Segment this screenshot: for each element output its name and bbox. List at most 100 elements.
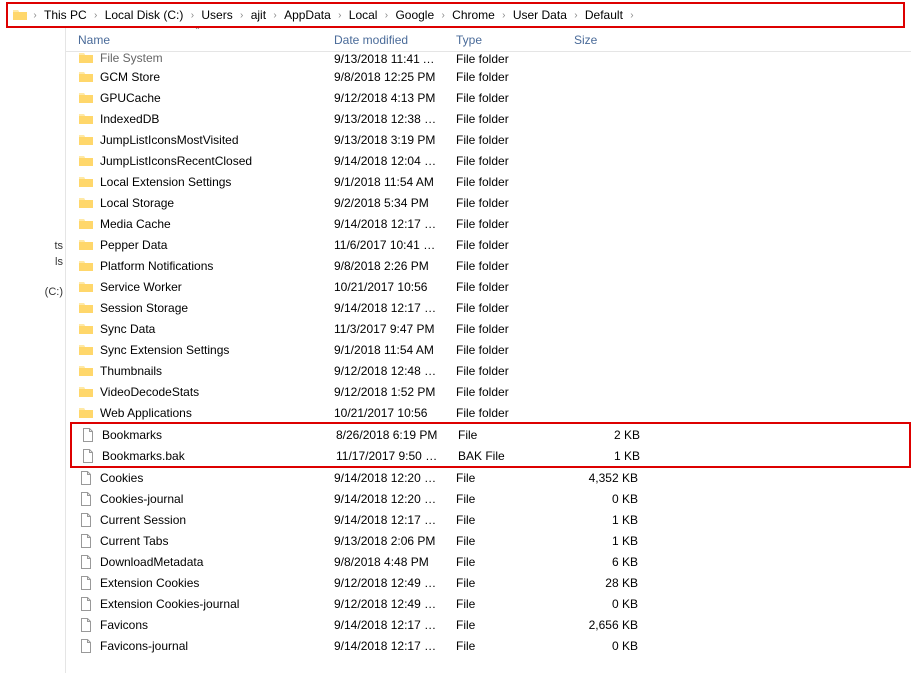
breadcrumb-item[interactable]: Chrome — [448, 6, 499, 24]
name-cell[interactable]: Bookmarks — [72, 427, 328, 443]
name-cell[interactable]: Current Session — [70, 512, 326, 528]
name-cell[interactable]: Extension Cookies — [70, 575, 326, 591]
file-row[interactable]: Platform Notifications9/8/2018 2:26 PMFi… — [70, 255, 911, 276]
file-row[interactable]: Extension Cookies9/12/2018 12:49 PMFile2… — [70, 572, 911, 593]
file-row[interactable]: JumpListIconsRecentClosed9/14/2018 12:04… — [70, 150, 911, 171]
file-row[interactable]: VideoDecodeStats9/12/2018 1:52 PMFile fo… — [70, 381, 911, 402]
chevron-right-icon[interactable]: › — [438, 8, 448, 23]
date-cell: 9/14/2018 12:20 PM — [326, 492, 448, 506]
name-cell[interactable]: Cookies-journal — [70, 491, 326, 507]
chevron-right-icon[interactable]: › — [237, 8, 247, 23]
name-cell[interactable]: Pepper Data — [70, 237, 326, 253]
column-header-size[interactable]: Size — [566, 28, 646, 51]
name-cell[interactable]: IndexedDB — [70, 111, 326, 127]
file-row[interactable]: JumpListIconsMostVisited9/13/2018 3:19 P… — [70, 129, 911, 150]
breadcrumb-item[interactable]: ajit — [247, 6, 270, 24]
chevron-right-icon[interactable]: › — [571, 8, 581, 23]
breadcrumb-item[interactable]: Local Disk (C:) — [101, 6, 188, 24]
file-row[interactable]: Sync Extension Settings9/1/2018 11:54 AM… — [70, 339, 911, 360]
file-row[interactable]: Local Extension Settings9/1/2018 11:54 A… — [70, 171, 911, 192]
name-cell[interactable]: Media Cache — [70, 216, 326, 232]
chevron-right-icon[interactable]: › — [187, 8, 197, 23]
name-cell[interactable]: Favicons-journal — [70, 638, 326, 654]
file-row[interactable]: Favicons-journal9/14/2018 12:17 PMFile0 … — [70, 635, 911, 656]
nav-item[interactable]: (C:) — [0, 284, 65, 300]
name-cell[interactable]: VideoDecodeStats — [70, 384, 326, 400]
chevron-right-icon[interactable]: › — [335, 8, 345, 23]
file-row[interactable]: DownloadMetadata9/8/2018 4:48 PMFile6 KB — [70, 551, 911, 572]
name-cell[interactable]: Sync Extension Settings — [70, 342, 326, 358]
nav-item[interactable]: ts — [0, 238, 65, 254]
file-row[interactable]: Cookies-journal9/14/2018 12:20 PMFile0 K… — [70, 488, 911, 509]
file-row[interactable]: Web Applications10/21/2017 10:56File fol… — [70, 402, 911, 423]
date-cell: 9/12/2018 12:49 PM — [326, 576, 448, 590]
column-header-date[interactable]: Date modified — [326, 28, 448, 51]
name-cell[interactable]: JumpListIconsRecentClosed — [70, 153, 326, 169]
nav-item[interactable]: ls — [0, 254, 65, 270]
name-cell[interactable]: Service Worker — [70, 279, 326, 295]
type-cell: File folder — [448, 259, 566, 273]
name-cell[interactable]: File System — [70, 52, 326, 66]
type-cell: File folder — [448, 217, 566, 231]
file-row[interactable]: Thumbnails9/12/2018 12:48 PMFile folder — [70, 360, 911, 381]
file-icon — [78, 575, 94, 591]
file-row[interactable]: Bookmarks8/26/2018 6:19 PMFile2 KB — [72, 424, 909, 445]
column-header-name[interactable]: ⌃ Name — [70, 28, 326, 51]
chevron-right-icon[interactable]: › — [270, 8, 280, 23]
file-row[interactable]: Extension Cookies-journal9/12/2018 12:49… — [70, 593, 911, 614]
folder-icon — [78, 90, 94, 106]
name-cell[interactable]: Favicons — [70, 617, 326, 633]
chevron-right-icon[interactable]: › — [499, 8, 509, 23]
file-name: Media Cache — [100, 217, 171, 231]
file-row[interactable]: Bookmarks.bak11/17/2017 9:50 PMBAK File1… — [72, 445, 909, 466]
sort-indicator-icon: ⌃ — [194, 28, 201, 35]
file-row[interactable]: Current Session9/14/2018 12:17 PMFile1 K… — [70, 509, 911, 530]
chevron-right-icon[interactable]: › — [627, 8, 637, 23]
breadcrumb[interactable]: › This PC›Local Disk (C:)›Users›ajit›App… — [6, 2, 905, 28]
name-cell[interactable]: Platform Notifications — [70, 258, 326, 274]
file-row[interactable]: File System9/13/2018 11:41 AMFile folder — [70, 52, 911, 66]
breadcrumb-item[interactable]: Users — [197, 6, 236, 24]
file-row[interactable]: Favicons9/14/2018 12:17 PMFile2,656 KB — [70, 614, 911, 635]
file-row[interactable]: GCM Store9/8/2018 12:25 PMFile folder — [70, 66, 911, 87]
name-cell[interactable]: Extension Cookies-journal — [70, 596, 326, 612]
name-cell[interactable]: Session Storage — [70, 300, 326, 316]
chevron-right-icon[interactable]: › — [30, 8, 40, 23]
chevron-right-icon[interactable]: › — [91, 8, 101, 23]
breadcrumb-item[interactable]: Google — [391, 6, 438, 24]
name-cell[interactable]: Web Applications — [70, 405, 326, 421]
breadcrumb-item[interactable]: This PC — [40, 6, 91, 24]
name-cell[interactable]: Thumbnails — [70, 363, 326, 379]
file-row[interactable]: Current Tabs9/13/2018 2:06 PMFile1 KB — [70, 530, 911, 551]
file-row[interactable]: Media Cache9/14/2018 12:17 PMFile folder — [70, 213, 911, 234]
breadcrumb-item[interactable]: AppData — [280, 6, 335, 24]
file-row[interactable]: Cookies9/14/2018 12:20 PMFile4,352 KB — [70, 467, 911, 488]
file-row[interactable]: Service Worker10/21/2017 10:56File folde… — [70, 276, 911, 297]
breadcrumb-item[interactable]: Local — [345, 6, 382, 24]
navigation-pane[interactable]: ts ls (C:) — [0, 28, 66, 673]
folder-icon — [78, 237, 94, 253]
breadcrumb-item[interactable]: Default — [581, 6, 627, 24]
name-cell[interactable]: DownloadMetadata — [70, 554, 326, 570]
name-cell[interactable]: JumpListIconsMostVisited — [70, 132, 326, 148]
file-row[interactable]: Session Storage9/14/2018 12:17 PMFile fo… — [70, 297, 911, 318]
file-row[interactable]: Pepper Data11/6/2017 10:41 PMFile folder — [70, 234, 911, 255]
size-cell: 0 KB — [566, 597, 646, 611]
name-cell[interactable]: Sync Data — [70, 321, 326, 337]
file-row[interactable]: Sync Data11/3/2017 9:47 PMFile folder — [70, 318, 911, 339]
file-row[interactable]: Local Storage9/2/2018 5:34 PMFile folder — [70, 192, 911, 213]
column-header-type[interactable]: Type — [448, 28, 566, 51]
name-cell[interactable]: Bookmarks.bak — [72, 448, 328, 464]
name-cell[interactable]: Local Extension Settings — [70, 174, 326, 190]
name-cell[interactable]: GCM Store — [70, 69, 326, 85]
chevron-right-icon[interactable]: › — [381, 8, 391, 23]
column-headers: ⌃ Name Date modified Type Size — [66, 28, 911, 52]
name-cell[interactable]: Cookies — [70, 470, 326, 486]
file-row[interactable]: GPUCache9/12/2018 4:13 PMFile folder — [70, 87, 911, 108]
breadcrumb-item[interactable]: User Data — [509, 6, 571, 24]
name-cell[interactable]: GPUCache — [70, 90, 326, 106]
name-cell[interactable]: Local Storage — [70, 195, 326, 211]
file-row[interactable]: IndexedDB9/13/2018 12:38 PMFile folder — [70, 108, 911, 129]
name-cell[interactable]: Current Tabs — [70, 533, 326, 549]
size-cell: 1 KB — [568, 449, 648, 463]
